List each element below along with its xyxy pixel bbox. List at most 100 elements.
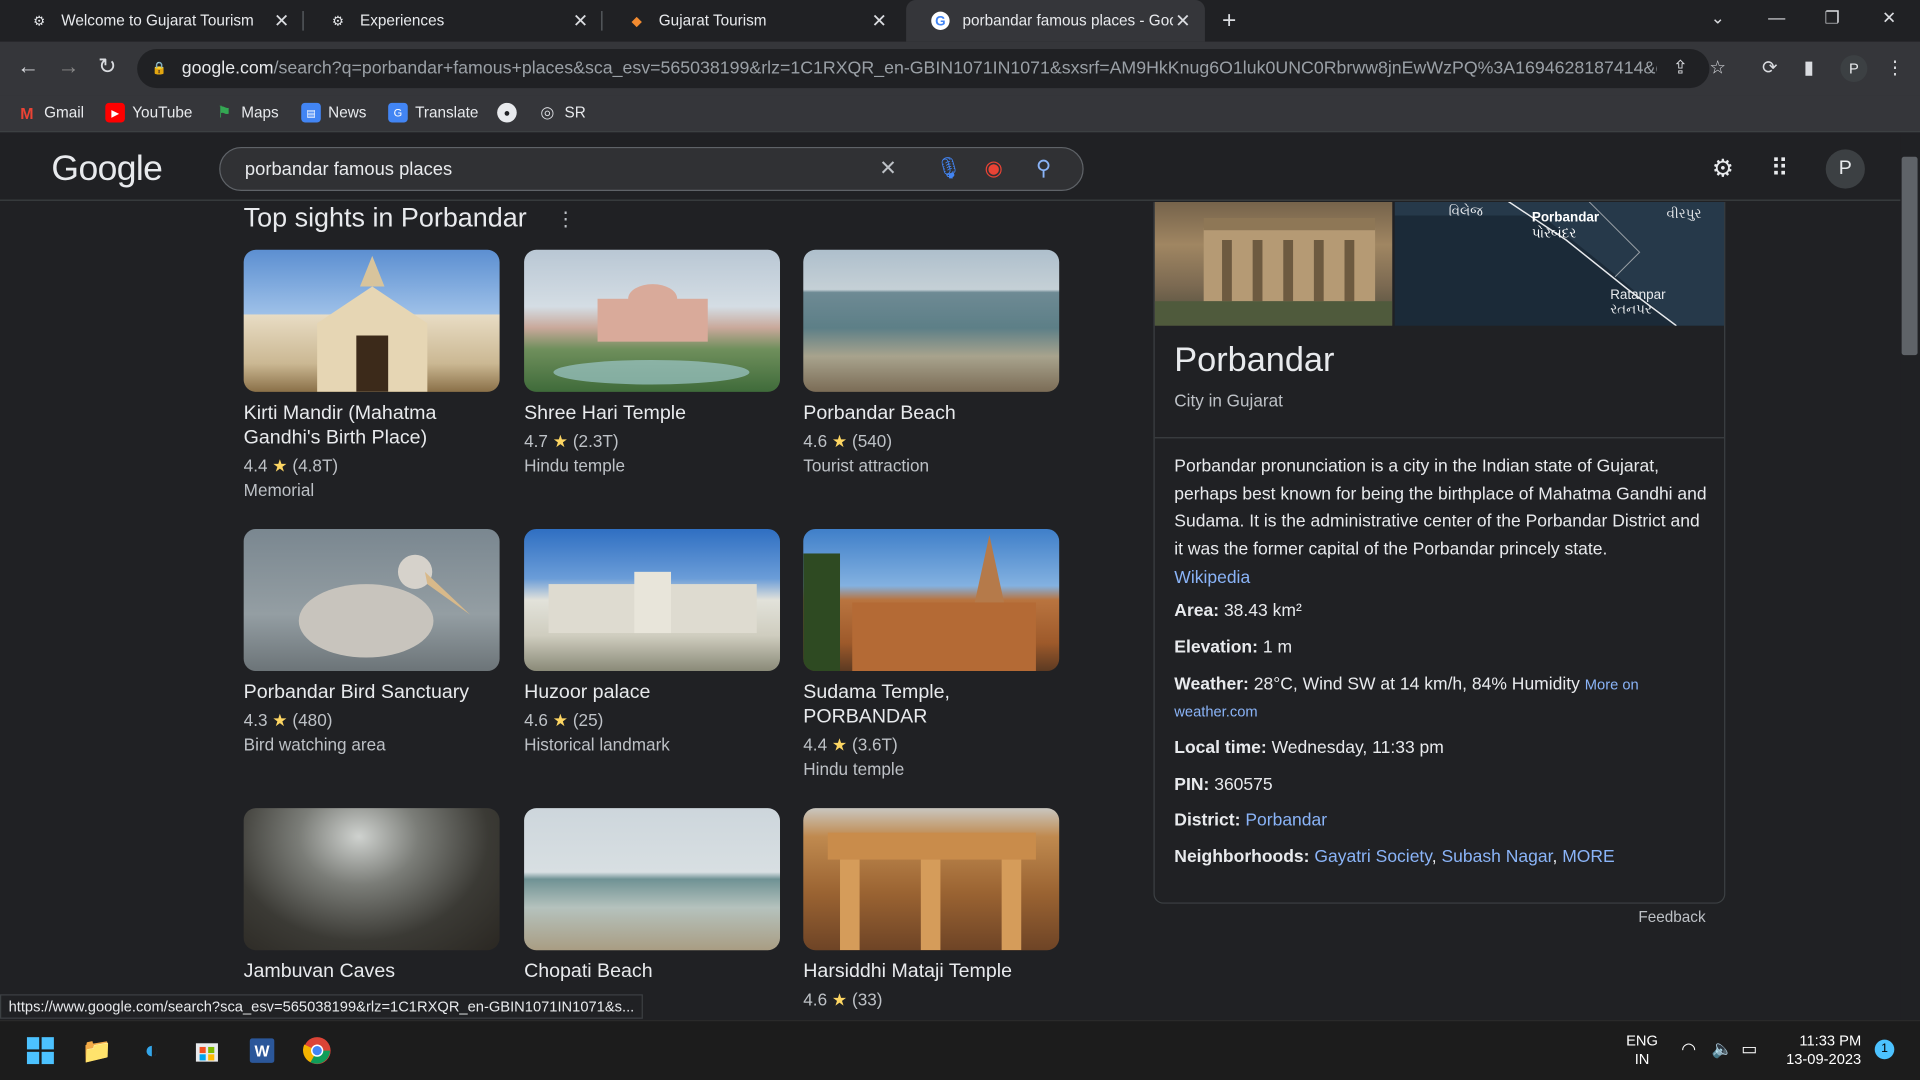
sight-image[interactable] — [243, 249, 500, 392]
sight-card[interactable]: Sudama Temple, PORBANDAR 4.4 ★ (3.6T) Hi… — [803, 528, 1060, 781]
sight-card[interactable]: Shree Hari Temple 4.7 ★ (2.3T) Hindu tem… — [524, 249, 781, 478]
tab-label: Gujarat Tourism — [658, 12, 767, 30]
store-icon[interactable] — [190, 1033, 224, 1067]
clock[interactable]: 11:33 PM 13-09-2023 — [1778, 1032, 1861, 1069]
sight-card[interactable]: Kirti Mandir (Mahatma Gandhi's Birth Pla… — [243, 249, 500, 502]
new-tab-button[interactable]: + — [1222, 7, 1236, 35]
word-icon[interactable]: W — [245, 1033, 279, 1067]
sight-image[interactable] — [524, 249, 781, 392]
google-header: Google porbandar famous places ✕ 🎙 ◉ ⚲ ⚙… — [0, 134, 1901, 201]
search-icon[interactable]: ⚲ — [1036, 157, 1051, 181]
minimize-button[interactable]: — — [1768, 7, 1785, 27]
sight-rating: 4.6 ★ (540) — [803, 431, 893, 451]
file-explorer-icon[interactable]: 📁 — [80, 1033, 114, 1067]
tab-search-icon[interactable]: ⌄ — [1711, 7, 1725, 28]
bookmark-sr[interactable]: ◎ SR — [538, 102, 585, 123]
edge-icon[interactable]: ◐ — [135, 1033, 169, 1067]
restore-button[interactable]: ❐ — [1825, 7, 1840, 28]
sight-name: Sudama Temple, PORBANDAR — [803, 682, 950, 728]
lock-icon[interactable]: 🔒 — [152, 62, 167, 75]
more-options-icon[interactable]: ⋮ — [556, 207, 576, 231]
forward-icon[interactable]: → — [58, 54, 80, 80]
scroll-thumb[interactable] — [1901, 156, 1918, 356]
globe-icon: ◎ — [540, 102, 555, 122]
sight-name: Porbandar Bird Sanctuary — [243, 682, 470, 703]
sight-type: Historical landmark — [524, 734, 670, 755]
sight-card[interactable]: Harsiddhi Mataji Temple 4.6 ★ (33) — [803, 808, 1060, 1011]
profile-avatar[interactable]: P — [1840, 55, 1868, 83]
windows-start-icon[interactable] — [23, 1033, 57, 1067]
sight-name: Huzoor palace — [524, 682, 651, 703]
bookmark-translate[interactable]: G Translate — [388, 102, 478, 123]
wifi-icon[interactable]: ◠ — [1681, 1039, 1696, 1058]
close-icon[interactable]: ✕ — [1173, 10, 1193, 32]
sight-image[interactable] — [803, 249, 1060, 392]
tab-label: Welcome to Gujarat Tourism — [61, 12, 254, 30]
tab-porbandar-search[interactable]: G porbandar famous places - Goog ✕ — [906, 0, 1205, 42]
clear-icon[interactable]: ✕ — [879, 157, 896, 181]
sight-image[interactable] — [524, 808, 781, 951]
google-account-avatar[interactable]: P — [1825, 149, 1865, 189]
tab-welcome-gujarat-tourism[interactable]: ⚙ Welcome to Gujarat Tourism ✕ — [5, 0, 304, 42]
porbandar-photo[interactable] — [1154, 202, 1393, 326]
more-link[interactable]: MORE — [1562, 847, 1615, 867]
bookmark-star-icon[interactable]: ☆ — [1709, 56, 1725, 79]
wikipedia-link[interactable]: Wikipedia — [1174, 568, 1250, 588]
windows-taskbar: 📁 ◐ W ENG IN ◠ 🔈 ▭ 11:33 PM 13-09-2023 1 — [0, 1020, 1920, 1080]
language-indicator[interactable]: ENG IN — [1626, 1032, 1658, 1069]
sight-image[interactable] — [803, 528, 1060, 672]
tab-gujarat-tourism[interactable]: ◆ Gujarat Tourism ✕ — [602, 0, 901, 42]
side-panel-icon[interactable]: ▮ — [1804, 56, 1814, 79]
kp-subtitle: City in Gujarat — [1174, 390, 1283, 411]
district-link[interactable]: Porbandar — [1245, 811, 1327, 831]
neighborhood-link[interactable]: Gayatri Society — [1314, 847, 1431, 867]
kp-weather: Weather: 28°C, Wind SW at 14 km/h, 84% H… — [1174, 674, 1639, 721]
volume-icon[interactable]: 🔈 — [1712, 1039, 1733, 1058]
sight-image[interactable] — [243, 528, 500, 672]
search-input[interactable]: porbandar famous places ✕ 🎙 ◉ ⚲ — [219, 146, 1084, 192]
neighborhood-link[interactable]: Subash Nagar — [1442, 847, 1553, 867]
svg-text:G: G — [935, 14, 945, 29]
notification-badge[interactable]: 1 — [1874, 1039, 1895, 1060]
close-icon[interactable]: ✕ — [272, 10, 292, 32]
sight-name: Shree Hari Temple — [524, 402, 686, 424]
porbandar-map[interactable]: Porbandar પોરબંદર Ratanpar રતનપર વીરપુર … — [1394, 202, 1725, 327]
tab-experiences[interactable]: ⚙ Experiences ✕ — [304, 0, 603, 42]
address-bar[interactable]: 🔒 google.com /search?q=porbandar+famous+… — [137, 48, 1726, 89]
bookmark-news[interactable]: ▤ News — [301, 102, 366, 123]
star-icon: ★ — [831, 734, 848, 755]
extension-icon[interactable]: ⟳ — [1762, 56, 1777, 79]
sight-card[interactable]: Chopati Beach — [524, 808, 781, 984]
kp-district: District: Porbandar — [1174, 810, 1328, 831]
apps-grid-icon[interactable]: ⠿ — [1771, 153, 1789, 184]
settings-gear-icon[interactable]: ⚙ — [1712, 153, 1734, 184]
sight-card[interactable]: Jambuvan Caves — [243, 808, 500, 984]
reload-icon[interactable]: ↻ — [98, 54, 116, 80]
google-logo[interactable]: Google — [51, 149, 162, 189]
chrome-taskbar-icon[interactable] — [300, 1033, 334, 1067]
bookmark-maps[interactable]: ⚑ Maps — [214, 103, 279, 123]
sight-type: Tourist attraction — [803, 455, 930, 476]
bookmark-gmail[interactable]: M Gmail — [17, 103, 84, 123]
tab-label: Experiences — [360, 12, 445, 30]
sight-image[interactable] — [803, 808, 1060, 951]
url-path: /search?q=porbandar+famous+places&sca_es… — [273, 58, 1658, 79]
microphone-icon[interactable]: 🎙 — [936, 157, 962, 181]
sight-image[interactable] — [243, 808, 500, 951]
back-icon[interactable]: ← — [17, 54, 39, 80]
bookmark-github[interactable]: ● — [497, 102, 524, 123]
bookmark-youtube[interactable]: ▶ YouTube — [105, 102, 192, 123]
feedback-link[interactable]: Feedback — [1638, 909, 1705, 926]
kp-description: Porbandar pronunciation is a city in the… — [1174, 456, 1707, 588]
battery-icon[interactable]: ▭ — [1741, 1039, 1757, 1058]
sight-image[interactable] — [524, 528, 781, 672]
sight-card[interactable]: Porbandar Bird Sanctuary 4.3 ★ (480) Bir… — [243, 528, 500, 757]
close-icon[interactable]: ✕ — [571, 10, 591, 32]
lens-icon[interactable]: ◉ — [984, 157, 1002, 181]
sight-card[interactable]: Porbandar Beach 4.6 ★ (540) Tourist attr… — [803, 249, 1060, 478]
close-window-button[interactable]: ✕ — [1882, 7, 1896, 28]
menu-dots-icon[interactable]: ⋮ — [1886, 56, 1904, 79]
close-icon[interactable]: ✕ — [869, 10, 889, 32]
sight-card[interactable]: Huzoor palace 4.6 ★ (25) Historical land… — [524, 528, 781, 757]
share-icon[interactable]: ⇪ — [1673, 56, 1688, 79]
